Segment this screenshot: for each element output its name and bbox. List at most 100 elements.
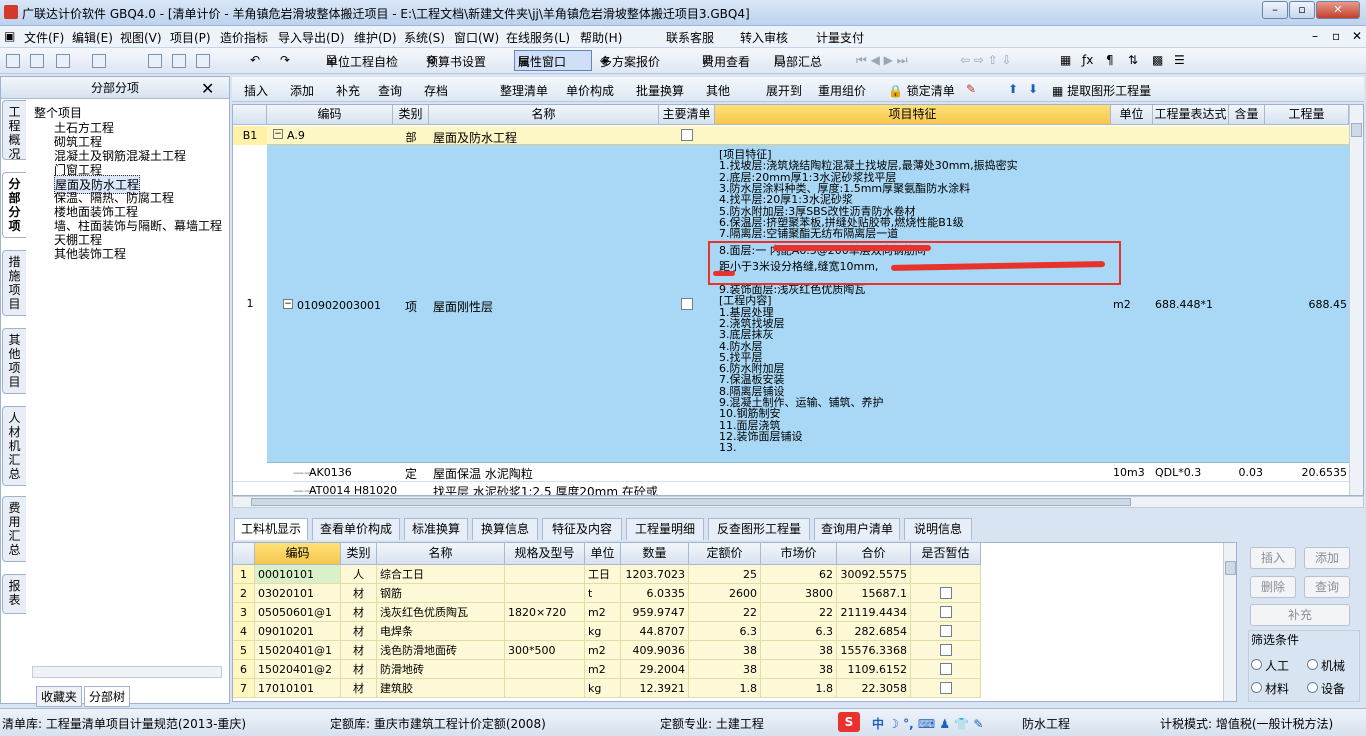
col-type[interactable]: 类别: [393, 105, 429, 125]
fx-icon[interactable]: ƒx: [1082, 53, 1093, 67]
ime-logo-icon[interactable]: S: [838, 712, 860, 732]
col-spec[interactable]: 规格及型号: [505, 543, 585, 565]
redo-icon[interactable]: ↷: [280, 53, 290, 67]
menu-support[interactable]: 联系客服: [666, 29, 714, 46]
paint-icon[interactable]: ✎: [966, 82, 976, 96]
price-build-button[interactable]: 单价构成: [566, 82, 614, 99]
extract-button[interactable]: ▦ 提取图形工程量: [1052, 82, 1151, 99]
col-amount[interactable]: 数量: [621, 543, 689, 565]
minimize-button[interactable]: –: [1262, 1, 1288, 19]
filter-equipment-radio[interactable]: [1307, 682, 1318, 693]
grid-vscrollbar[interactable]: [1349, 105, 1363, 495]
batch-convert-button[interactable]: 批量换算: [636, 82, 684, 99]
tree-item[interactable]: 其他装饰工程: [54, 245, 126, 262]
cube-icon[interactable]: ▩: [1152, 53, 1163, 67]
menu-view[interactable]: 视图(V): [120, 29, 162, 46]
menu-help[interactable]: 帮助(H): [580, 29, 622, 46]
nav-arrows-icon[interactable]: ⏮ ◀ ▶ ⏭: [856, 53, 908, 68]
menu-edit[interactable]: 编辑(E): [72, 29, 113, 46]
open-icon[interactable]: [30, 53, 44, 68]
provisional-checkbox[interactable]: [940, 606, 952, 618]
add-row-button[interactable]: 添加: [1304, 547, 1350, 569]
insert-row-button[interactable]: 插入: [1250, 547, 1296, 569]
ime-toolbar-icons[interactable]: 中 ☽ °, ⌨ ♟ 👕 ✎: [872, 715, 983, 732]
filter-material-radio[interactable]: [1251, 682, 1262, 693]
filter-labor-radio[interactable]: [1251, 659, 1262, 670]
col-content[interactable]: 含量: [1229, 105, 1265, 125]
supplement-row-button[interactable]: 补充: [1250, 604, 1350, 626]
main-list-checkbox[interactable]: [681, 298, 693, 310]
tab-reverse-lookup[interactable]: 反查图形工程量: [708, 518, 810, 540]
col-name[interactable]: 名称: [429, 105, 659, 125]
lock-button[interactable]: 🔒 锁定清单: [888, 82, 955, 99]
tab-reports[interactable]: 报表: [2, 574, 26, 614]
menu-file[interactable]: 文件(F): [24, 29, 64, 46]
tab-measures[interactable]: 措施项目: [2, 250, 26, 316]
tab-unit-price[interactable]: 查看单价构成: [312, 518, 400, 540]
calc-icon[interactable]: ▦: [1060, 53, 1071, 67]
tab-materials-display[interactable]: 工料机显示: [234, 518, 308, 540]
close-button[interactable]: ✕: [1316, 1, 1360, 19]
move-arrows-icon[interactable]: ⇦ ⇨ ⇧ ⇩: [960, 53, 1012, 67]
collapse-icon[interactable]: −: [273, 129, 283, 139]
collapse-icon[interactable]: −: [283, 299, 293, 309]
tab-other-items[interactable]: 其他项目: [2, 328, 26, 394]
restore-window-icon[interactable]: ▫: [1332, 29, 1340, 43]
close-doc-icon[interactable]: ✕: [1352, 29, 1362, 43]
tree-hscrollbar[interactable]: [32, 666, 222, 678]
maximize-button[interactable]: ▫: [1289, 1, 1315, 19]
expand-button[interactable]: 展开到: [766, 82, 802, 99]
new-icon[interactable]: [6, 53, 20, 68]
sub-vscrollbar[interactable]: [1223, 543, 1236, 701]
main-list-checkbox[interactable]: [681, 129, 693, 141]
arrow-down-icon[interactable]: ⬇: [1028, 82, 1038, 96]
archive-button[interactable]: 存档: [424, 82, 448, 99]
provisional-checkbox[interactable]: [940, 682, 952, 694]
col-total[interactable]: 合价: [837, 543, 911, 565]
tab-materials[interactable]: 人材机汇总: [2, 406, 26, 486]
close-icon[interactable]: ✕: [201, 79, 214, 98]
scroll-thumb[interactable]: [1351, 123, 1362, 137]
provisional-checkbox[interactable]: [940, 587, 952, 599]
col-code[interactable]: 编码: [267, 105, 393, 125]
arrow-up-icon[interactable]: ⬆: [1008, 82, 1018, 96]
paste-icon[interactable]: [196, 53, 210, 68]
attr-window-button[interactable]: ▤ 属性窗口: [514, 50, 592, 71]
sort-icon[interactable]: ⇅: [1128, 53, 1138, 67]
scroll-thumb[interactable]: [1225, 561, 1236, 575]
table-row[interactable]: B1 − A.9 部 屋面及防水工程: [233, 126, 1349, 145]
copy-icon[interactable]: [172, 53, 186, 68]
grid-hscrollbar[interactable]: [232, 496, 1364, 508]
col-unit[interactable]: 单位: [1111, 105, 1153, 125]
menu-system[interactable]: 系统(S): [404, 29, 445, 46]
supplement-button[interactable]: 补充: [336, 82, 360, 99]
delete-row-button[interactable]: 删除: [1250, 576, 1296, 598]
filter-machine-radio[interactable]: [1307, 659, 1318, 670]
provisional-checkbox[interactable]: [940, 625, 952, 637]
organize-button[interactable]: 整理清单: [500, 82, 548, 99]
provisional-checkbox[interactable]: [940, 644, 952, 656]
cut-icon[interactable]: [148, 53, 162, 68]
col-expr[interactable]: 工程量表达式: [1153, 105, 1229, 125]
tab-section-tree[interactable]: 分部树: [84, 686, 131, 707]
undo-icon[interactable]: ↶: [250, 53, 260, 67]
col-market-price[interactable]: 市场价: [761, 543, 837, 565]
query-row-button[interactable]: 查询: [1304, 576, 1350, 598]
menu-audit[interactable]: 转入审核: [740, 29, 788, 46]
menu-payment[interactable]: 计量支付: [816, 29, 864, 46]
menu-window[interactable]: 窗口(W): [454, 29, 499, 46]
provisional-checkbox[interactable]: [940, 663, 952, 675]
col-type[interactable]: 类别: [341, 543, 377, 565]
col-provisional[interactable]: 是否暂估: [911, 543, 981, 565]
tab-convert-info[interactable]: 换算信息: [472, 518, 538, 540]
menu-maintain[interactable]: 维护(D): [354, 29, 397, 46]
tab-fee-summary[interactable]: 费用汇总: [2, 496, 26, 562]
tab-sub-items[interactable]: 分部分项: [2, 172, 26, 238]
menu-import-export[interactable]: 导入导出(D): [278, 29, 345, 46]
col-main[interactable]: 主要清单: [659, 105, 715, 125]
tab-qty-detail[interactable]: 工程量明细: [626, 518, 704, 540]
menu-online[interactable]: 在线服务(L): [506, 29, 570, 46]
col-code[interactable]: 编码: [255, 543, 341, 565]
add-button[interactable]: 添加: [290, 82, 314, 99]
tab-description[interactable]: 说明信息: [904, 518, 972, 540]
